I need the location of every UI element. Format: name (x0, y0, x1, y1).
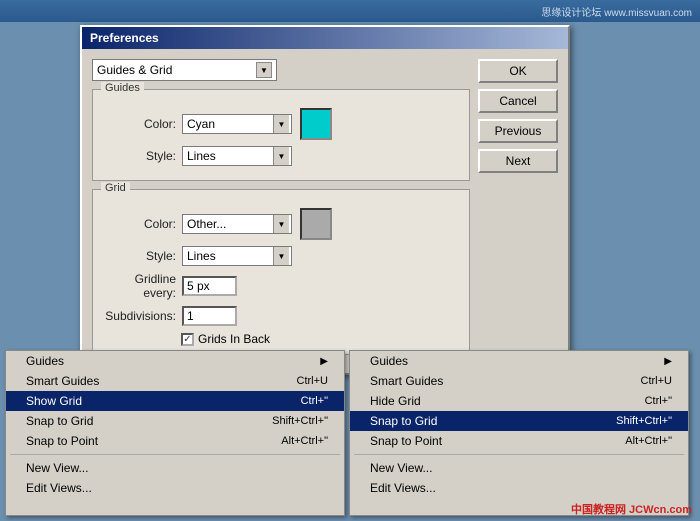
guides-style-select[interactable]: Lines ▼ (182, 146, 292, 166)
guides-color-arrow[interactable]: ▼ (273, 115, 289, 133)
menu-left-new-view-label: New View... (26, 461, 88, 475)
watermark: 中国教程网 JCWcn.com (571, 501, 692, 517)
menu-right-snap-to-grid-label: Snap to Grid (370, 414, 437, 428)
dialog-body: Guides & Grid ▼ Guides Color: Cyan ▼ Sty… (82, 49, 568, 373)
menu-right-guides[interactable]: Guides ▶ (350, 351, 688, 371)
menu-right-new-view-label: New View... (370, 461, 432, 475)
guides-group-label: Guides (101, 82, 144, 94)
guides-group: Guides Color: Cyan ▼ Style: Lines ▼ (92, 89, 470, 181)
menu-left-smart-guides-shortcut: Ctrl+U (297, 375, 328, 387)
menu-left-show-grid-label: Show Grid (26, 394, 82, 408)
menu-left-separator (10, 454, 340, 455)
context-menu-right: Guides ▶ Smart Guides Ctrl+U Hide Grid C… (349, 350, 689, 516)
grid-group: Grid Color: Other... ▼ Style: Lines ▼ (92, 189, 470, 355)
menu-left-new-view[interactable]: New View... (6, 458, 344, 478)
menu-left-snap-to-point[interactable]: Snap to Point Alt+Ctrl+" (6, 431, 344, 451)
dialog-left: Guides & Grid ▼ Guides Color: Cyan ▼ Sty… (92, 59, 470, 363)
menu-right-smart-guides[interactable]: Smart Guides Ctrl+U (350, 371, 688, 391)
menu-left-snap-to-grid-shortcut: Shift+Ctrl+" (272, 415, 328, 427)
gridline-input[interactable] (182, 276, 237, 296)
previous-button[interactable]: Previous (478, 119, 558, 143)
menu-left-snap-to-grid[interactable]: Snap to Grid Shift+Ctrl+" (6, 411, 344, 431)
dialog-title: Preferences (90, 31, 159, 45)
menu-right-hide-grid-label: Hide Grid (370, 394, 421, 408)
guides-grid-label: Guides & Grid (97, 63, 172, 77)
guides-color-select[interactable]: Cyan ▼ (182, 114, 292, 134)
menu-right-snap-to-grid[interactable]: Snap to Grid Shift+Ctrl+" (350, 411, 688, 431)
gridline-label: Gridline every: (101, 272, 176, 300)
menu-left-smart-guides-label: Smart Guides (26, 374, 99, 388)
menu-left-edit-views-label: Edit Views... (26, 481, 92, 495)
guides-color-swatch[interactable] (300, 108, 332, 140)
grids-in-back-row: ✓ Grids In Back (101, 332, 461, 346)
menu-right-snap-to-grid-shortcut: Shift+Ctrl+" (616, 415, 672, 427)
menu-left-show-grid-shortcut: Ctrl+" (301, 395, 328, 407)
grid-color-arrow[interactable]: ▼ (273, 215, 289, 233)
subdivisions-input[interactable] (182, 306, 237, 326)
guides-color-value: Cyan (185, 117, 273, 131)
menu-left-guides-arrow: ▶ (320, 356, 328, 367)
menu-right-snap-to-point-shortcut: Alt+Ctrl+" (625, 435, 672, 447)
grids-in-back-checkbox[interactable]: ✓ (181, 333, 194, 346)
menu-left-guides-label: Guides (26, 354, 64, 368)
menu-left-guides[interactable]: Guides ▶ (6, 351, 344, 371)
guides-grid-dropdown[interactable]: Guides & Grid ▼ (92, 59, 277, 81)
grid-color-label: Color: (101, 217, 176, 231)
guides-color-row: Color: Cyan ▼ (101, 108, 461, 140)
menu-left-show-grid[interactable]: Show Grid Ctrl+" (6, 391, 344, 411)
grid-style-arrow[interactable]: ▼ (273, 247, 289, 265)
menu-right-smart-guides-shortcut: Ctrl+U (641, 375, 672, 387)
menu-right-new-view[interactable]: New View... (350, 458, 688, 478)
menu-left-snap-to-grid-label: Snap to Grid (26, 414, 93, 428)
dialog-titlebar: Preferences (82, 27, 568, 49)
subdivisions-row: Subdivisions: (101, 306, 461, 326)
ok-button[interactable]: OK (478, 59, 558, 83)
guides-style-row: Style: Lines ▼ (101, 146, 461, 166)
grid-color-value: Other... (185, 217, 273, 231)
grid-style-select[interactable]: Lines ▼ (182, 246, 292, 266)
grid-color-select[interactable]: Other... ▼ (182, 214, 292, 234)
menu-left-snap-to-point-shortcut: Alt+Ctrl+" (281, 435, 328, 447)
next-button[interactable]: Next (478, 149, 558, 173)
menu-right-edit-views-label: Edit Views... (370, 481, 436, 495)
preferences-dialog: Preferences Guides & Grid ▼ Guides Color… (80, 25, 570, 375)
menu-left-edit-views[interactable]: Edit Views... (6, 478, 344, 498)
guides-style-value: Lines (185, 149, 273, 163)
guides-style-arrow[interactable]: ▼ (273, 147, 289, 165)
guides-grid-arrow[interactable]: ▼ (256, 62, 272, 78)
guides-style-label: Style: (101, 149, 176, 163)
gridline-row: Gridline every: (101, 272, 461, 300)
menu-right-hide-grid-shortcut: Ctrl+" (645, 395, 672, 407)
menu-right-guides-arrow: ▶ (664, 356, 672, 367)
menu-right-smart-guides-label: Smart Guides (370, 374, 443, 388)
menu-right-hide-grid[interactable]: Hide Grid Ctrl+" (350, 391, 688, 411)
grid-style-value: Lines (185, 249, 273, 263)
grid-style-row: Style: Lines ▼ (101, 246, 461, 266)
menu-left-snap-to-point-label: Snap to Point (26, 434, 98, 448)
guides-color-label: Color: (101, 117, 176, 131)
grid-color-swatch[interactable] (300, 208, 332, 240)
top-bar-text: 思缘设计论坛 www.missvuan.com (541, 4, 692, 19)
grids-in-back-label: Grids In Back (198, 332, 270, 346)
menu-left-smart-guides[interactable]: Smart Guides Ctrl+U (6, 371, 344, 391)
dialog-buttons: OK Cancel Previous Next (478, 59, 558, 363)
grid-style-label: Style: (101, 249, 176, 263)
menu-right-edit-views[interactable]: Edit Views... (350, 478, 688, 498)
context-menu-left: Guides ▶ Smart Guides Ctrl+U Show Grid C… (5, 350, 345, 516)
context-menus-area: Guides ▶ Smart Guides Ctrl+U Show Grid C… (5, 350, 695, 516)
menu-right-snap-to-point-label: Snap to Point (370, 434, 442, 448)
cancel-button[interactable]: Cancel (478, 89, 558, 113)
menu-right-guides-label: Guides (370, 354, 408, 368)
subdivisions-label: Subdivisions: (101, 309, 176, 323)
grid-group-label: Grid (101, 182, 130, 194)
menu-right-snap-to-point[interactable]: Snap to Point Alt+Ctrl+" (350, 431, 688, 451)
menu-right-separator (354, 454, 684, 455)
top-dropdown-row: Guides & Grid ▼ (92, 59, 470, 81)
grid-color-row: Color: Other... ▼ (101, 208, 461, 240)
top-bar: 思缘设计论坛 www.missvuan.com (0, 0, 700, 22)
